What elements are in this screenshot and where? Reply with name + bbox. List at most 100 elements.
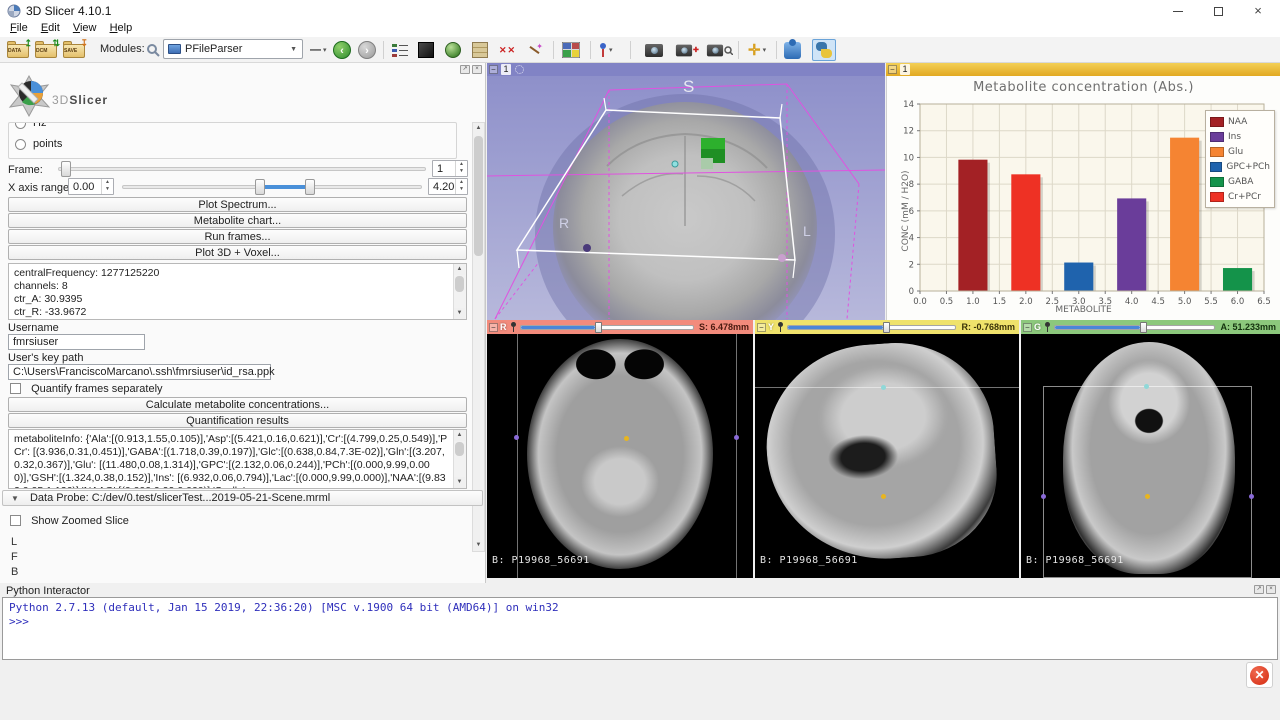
save-icon[interactable]: SAVE↧ [62, 39, 86, 61]
fiducial-point[interactable] [672, 161, 678, 167]
module-selector[interactable]: PFileParser ▼ [163, 39, 303, 59]
fiducial-dot[interactable] [1144, 384, 1149, 389]
module-forward-icon[interactable]: › [358, 39, 376, 61]
fiducial-dot[interactable] [624, 436, 629, 441]
textarea-scrollbar[interactable]: ▲ ▼ [453, 264, 466, 319]
yellow-slice-slider[interactable] [787, 325, 956, 330]
menu-file[interactable]: File [10, 22, 28, 34]
handle-sphere-left[interactable] [583, 244, 591, 252]
scroll-down-icon[interactable]: ▼ [454, 477, 465, 488]
panel-undock-icon[interactable]: ↗ [460, 65, 470, 74]
close-button[interactable]: × [1238, 0, 1278, 22]
minimize-button[interactable] [1158, 0, 1198, 22]
maximize-button[interactable] [1198, 0, 1238, 22]
slice-pin-icon[interactable] [1044, 322, 1051, 332]
roi-handle-dot[interactable] [514, 435, 519, 440]
module-search-icon[interactable] [146, 39, 160, 61]
show-zoomed-slice-checkbox[interactable]: Show Zoomed Slice [10, 515, 129, 529]
spin-arrows-icon[interactable]: ▲▼ [101, 179, 113, 194]
python-close-icon[interactable]: × [1266, 585, 1276, 594]
scroll-thumb[interactable] [474, 136, 483, 256]
extensions-icon[interactable] [784, 39, 801, 61]
python-console-icon[interactable] [812, 39, 836, 61]
module-list-icon[interactable] [392, 39, 408, 61]
menu-help[interactable]: Help [110, 22, 133, 34]
textarea-scrollbar[interactable]: ▲ ▼ [453, 430, 466, 488]
roi-handle-dot[interactable] [1249, 494, 1254, 499]
console-close-button[interactable]: ✕ [1246, 662, 1273, 688]
xrange-slider[interactable] [122, 185, 422, 189]
add-data-icon[interactable]: DATA↥ [6, 39, 30, 61]
axial-slice-view[interactable]: B: P19968_56691 [487, 334, 753, 578]
python-console[interactable]: Python 2.7.13 (default, Jan 15 2019, 22:… [2, 597, 1278, 660]
add-dicom-icon[interactable]: DCM⇅ [34, 39, 58, 61]
plot-spectrum-button[interactable]: Plot Spectrum... [8, 197, 467, 212]
spin-arrows-icon[interactable]: ▲▼ [455, 161, 467, 176]
layout-icon[interactable] [562, 39, 580, 61]
roi-handle-dot[interactable] [1041, 494, 1046, 499]
volumes-module-icon[interactable] [445, 39, 461, 61]
coronal-slice-view[interactable]: B: P19968_56691 [1021, 334, 1280, 578]
markups-icon[interactable]: ✕✕ [499, 39, 516, 61]
frame-slider-handle[interactable] [61, 161, 71, 177]
data-probe-header[interactable]: ▼ Data Probe: C:/dev/0.test/slicerTest..… [2, 490, 483, 506]
sagittal-slice-view[interactable]: B: P19968_56691 [755, 334, 1019, 578]
voxel-marker[interactable] [701, 138, 725, 149]
scroll-up-icon[interactable]: ▲ [454, 430, 465, 441]
editor-icon[interactable]: ✦ [527, 39, 543, 61]
menu-edit[interactable]: Edit [41, 22, 60, 34]
roi-box-outline[interactable] [1043, 386, 1252, 578]
xrange-handle-max[interactable] [305, 179, 315, 195]
slice-collapse-icon[interactable]: – [757, 323, 766, 332]
volume-rendering-icon[interactable] [472, 39, 488, 61]
scene-view-restore-icon[interactable] [706, 39, 733, 61]
xrange-min-spinbox[interactable]: 0.00 ▲▼ [68, 178, 114, 195]
fiducial-dot[interactable] [1145, 494, 1150, 499]
fiducial-dot[interactable] [881, 494, 886, 499]
header-info-textarea[interactable]: centralFrequency: 1277125220 channels: 8… [8, 263, 467, 320]
scroll-down-icon[interactable]: ▼ [454, 308, 465, 319]
mouse-interaction-icon[interactable]: ▾ [599, 39, 613, 61]
python-undock-icon[interactable]: ↗ [1254, 585, 1264, 594]
scroll-up-icon[interactable]: ▲ [473, 123, 484, 134]
radio-hz[interactable]: Hz [15, 122, 46, 129]
plot-3d-voxel-button[interactable]: Plot 3D + Voxel... [8, 245, 467, 260]
view3d-gear-icon[interactable] [515, 65, 524, 74]
panel-scrollbar[interactable]: ▲ ▼ [472, 122, 485, 552]
chart-collapse-icon[interactable]: – [888, 65, 897, 74]
scene-view-icon[interactable]: ✚ [675, 39, 700, 61]
username-input[interactable]: fmrsiuser [8, 334, 145, 350]
view3d-collapse-icon[interactable]: – [489, 65, 498, 74]
slice-pin-icon[interactable] [510, 322, 517, 332]
data-module-icon[interactable] [418, 39, 434, 61]
slice-collapse-icon[interactable]: – [1023, 323, 1032, 332]
slice-collapse-icon[interactable]: – [489, 323, 498, 332]
metabolite-info-textarea[interactable]: metaboliteInfo: {'Ala':[(0.913,1.55,0.10… [8, 429, 467, 489]
scroll-down-icon[interactable]: ▼ [473, 540, 484, 551]
scroll-up-icon[interactable]: ▲ [454, 264, 465, 275]
crosshair-icon[interactable]: ✛▾ [748, 39, 766, 61]
metabolite-chart-button[interactable]: Metabolite chart... [8, 213, 467, 228]
roi-handle-dot[interactable] [734, 435, 739, 440]
module-back-icon[interactable]: ‹ [333, 39, 351, 61]
quantify-checkbox[interactable]: Quantify frames separately [10, 383, 163, 397]
calculate-concentrations-button[interactable]: Calculate metabolite concentrations... [8, 397, 467, 412]
keypath-input[interactable]: C:\Users\FranciscoMarcano\.ssh\fmrsiuser… [8, 364, 271, 380]
quantification-results-button[interactable]: Quantification results [8, 413, 467, 428]
spin-arrows-icon[interactable]: ▲▼ [455, 179, 467, 194]
slice-pin-icon[interactable] [777, 322, 784, 332]
module-history-icon[interactable]: —▾ [310, 39, 327, 61]
radio-points[interactable]: points [15, 138, 62, 150]
green-slice-slider[interactable] [1054, 325, 1215, 330]
xrange-handle-min[interactable] [255, 179, 265, 195]
slider-handle[interactable] [1140, 322, 1147, 333]
screenshot-icon[interactable] [645, 39, 663, 61]
xrange-max-spinbox[interactable]: 4.20 ▲▼ [428, 178, 468, 195]
menu-view[interactable]: View [73, 22, 97, 34]
slider-handle[interactable] [883, 322, 890, 333]
frame-slider[interactable] [58, 167, 426, 171]
panel-close-icon[interactable]: × [472, 65, 482, 74]
run-frames-button[interactable]: Run frames... [8, 229, 467, 244]
frame-spinbox[interactable]: 1 ▲▼ [432, 160, 468, 177]
slider-handle[interactable] [595, 322, 602, 333]
